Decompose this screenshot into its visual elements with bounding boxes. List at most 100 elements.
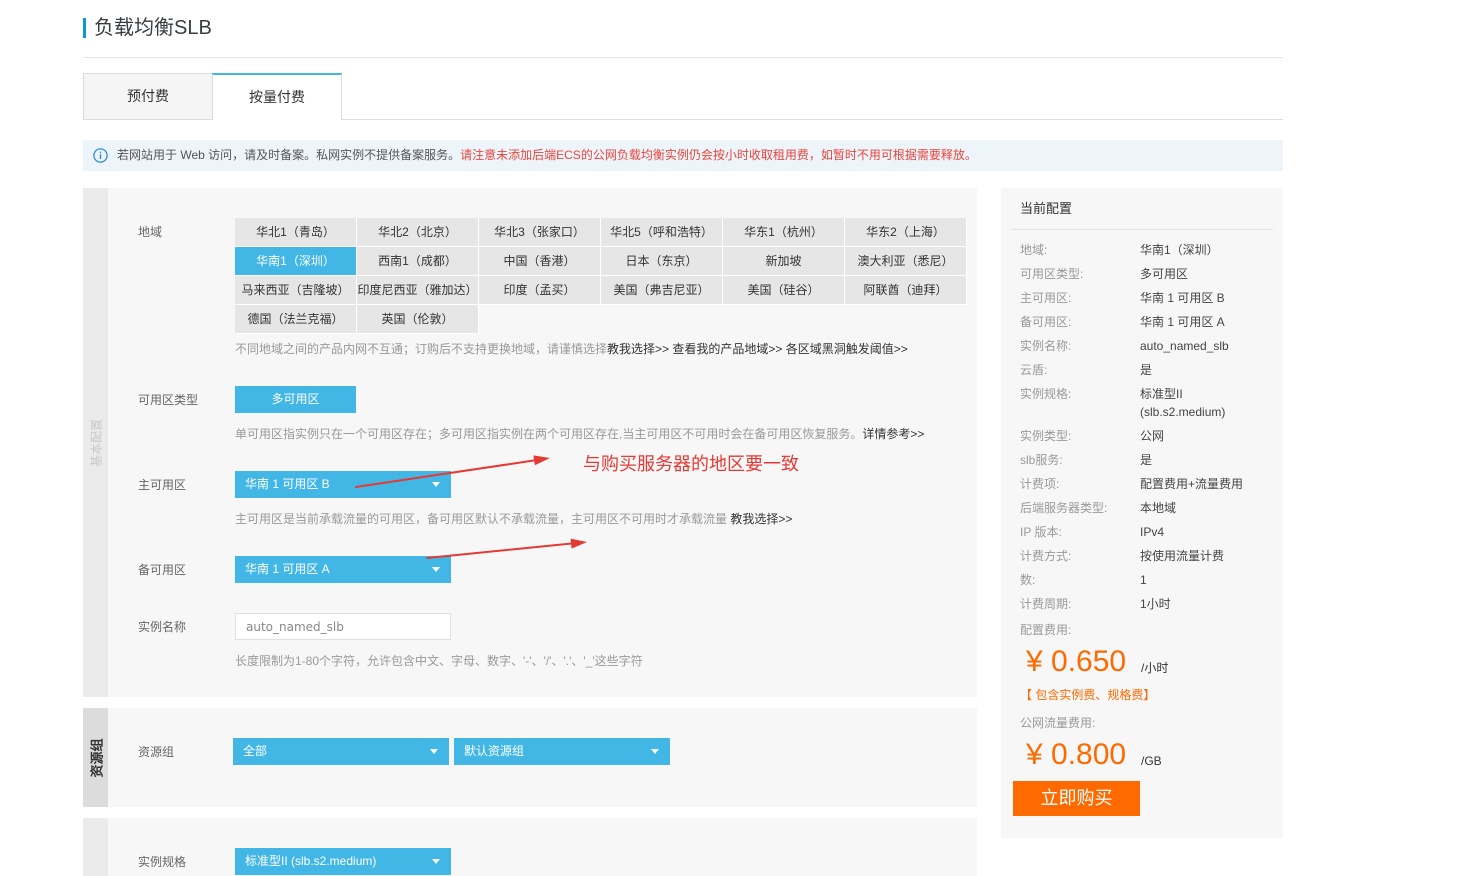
zone-type-multi-button[interactable]: 多可用区	[235, 386, 356, 413]
summary-label: 备可用区:	[1020, 315, 1072, 329]
instance-name-input[interactable]	[235, 613, 451, 640]
summary-row-zone-type: 可用区类型: 多可用区	[1020, 262, 1273, 286]
summary-list: 地域: 华南1（深圳） 可用区类型: 多可用区 主可用区: 华南 1 可用区 B 备可…	[1020, 238, 1273, 616]
current-config-panel: 当前配置 地域: 华南1（深圳） 可用区类型: 多可用区 主可用区: 华南 1 可用区…	[1001, 188, 1283, 838]
region-option-us-silicon-valley[interactable]: 美国（硅谷）	[723, 276, 845, 305]
summary-row-instance-type: 实例类型: 公网	[1020, 424, 1273, 448]
section-strip-spec	[83, 818, 108, 876]
instance-spec-label: 实例规格	[138, 855, 187, 869]
summary-row-billing-items: 计费项: 配置费用+流量费用	[1020, 472, 1273, 496]
region-option-south-china-1-shenzhen[interactable]: 华南1（深圳）	[235, 247, 357, 276]
region-option-us-virginia[interactable]: 美国（弗吉尼亚）	[601, 276, 723, 305]
region-option-north-china-5-hohhot[interactable]: 华北5（呼和浩特）	[601, 218, 723, 247]
traffic-fee-label: 公网流量费用:	[1020, 716, 1096, 730]
region-option-north-china-3-zhangjiakou[interactable]: 华北3（张家口）	[479, 218, 601, 247]
title-accent-bar	[83, 18, 86, 38]
notice-warning-text: 请注意未添加后端ECS的公网负载均衡实例仍会按小时收取租用费，如暂时不用可根据需…	[460, 148, 977, 162]
region-option-australia-sydney[interactable]: 澳大利亚（悉尼）	[845, 247, 967, 276]
summary-row-backend-type: 后端服务器类型: 本地域	[1020, 496, 1273, 520]
summary-value: 是	[1140, 363, 1153, 377]
summary-row-instance-name: 实例名称: auto_named_slb	[1020, 334, 1273, 358]
region-option-north-china-2-beijing[interactable]: 华北2（北京）	[357, 218, 479, 247]
resource-scope-value: 全部	[243, 744, 268, 758]
slb-purchase-page: 负载均衡SLB 预付费 按量付费 若网站用于 Web 访问，请及时备案。私网实例…	[0, 0, 1464, 876]
region-option-indonesia-jakarta[interactable]: 印度尼西亚（雅加达）	[357, 276, 479, 305]
section-strip-basic: 基本配置	[83, 188, 108, 697]
resource-group-label: 资源组	[138, 745, 175, 759]
region-label: 地域	[138, 225, 163, 239]
region-option-north-china-1-qingdao[interactable]: 华北1（青岛）	[235, 218, 357, 247]
caret-down-icon	[432, 859, 440, 864]
summary-value: 标准型II (slb.s2.medium)	[1140, 387, 1226, 419]
primary-zone-label: 主可用区	[138, 478, 187, 492]
summary-value: 华南 1 可用区 B	[1140, 291, 1225, 305]
config-fee-unit: /小时	[1141, 661, 1169, 675]
region-option-singapore[interactable]: 新加坡	[723, 247, 845, 276]
region-option-southwest-1-chengdu[interactable]: 西南1（成都）	[357, 247, 479, 276]
buy-now-button[interactable]: 立即购买	[1013, 781, 1140, 816]
summary-value: 1	[1140, 573, 1147, 587]
summary-label: 地域:	[1020, 243, 1048, 257]
summary-row-billing-method: 计费方式: 按使用流量计费	[1020, 544, 1273, 568]
region-selector: 华北1（青岛） 华北2（北京） 华北3（张家口） 华北5（呼和浩特） 华东1（杭…	[235, 218, 967, 334]
basic-config-panel: 基本配置 地域 华北1（青岛） 华北2（北京） 华北3（张家口） 华北5（呼和浩…	[83, 188, 977, 697]
primary-zone-help-text: 主可用区是当前承载流量的可用区，备可用区默认不承载流量，主可用区不可用时才承载流…	[235, 512, 731, 526]
region-option-uae-dubai[interactable]: 阿联酋（迪拜）	[845, 276, 967, 305]
caret-down-icon	[430, 749, 438, 754]
summary-row-backup-zone: 备可用区: 华南 1 可用区 A	[1020, 310, 1273, 334]
annotation-note: 与购买服务器的地区要一致	[583, 454, 799, 475]
summary-label: 数:	[1020, 573, 1036, 587]
link-blackhole-thresholds[interactable]: 各区域黑洞触发阈值>>	[786, 342, 908, 356]
instance-name-help: 长度限制为1-80个字符，允许包含中文、字母、数字、'-'、'/'、'.'、'_…	[235, 654, 643, 668]
summary-row-instance-spec: 实例规格: 标准型II (slb.s2.medium)	[1020, 382, 1273, 424]
link-help-choose-zone[interactable]: 教我选择>>	[730, 512, 792, 526]
summary-label: 计费周期:	[1020, 597, 1072, 611]
caret-down-icon	[432, 482, 440, 487]
summary-divider	[1011, 229, 1273, 230]
backup-zone-select[interactable]: 华南 1 可用区 A	[235, 556, 451, 583]
region-option-uk-london[interactable]: 英国（伦敦）	[357, 305, 479, 334]
zone-type-help-text: 单可用区指实例只在一个可用区存在；多可用区指实例在两个可用区存在,当主可用区不可…	[235, 427, 863, 441]
resource-group-select[interactable]: 默认资源组	[454, 738, 670, 765]
traffic-fee-price: ¥ 0.800	[1026, 738, 1127, 771]
summary-value: 本地域	[1140, 501, 1177, 515]
instance-spec-select[interactable]: 标准型II (slb.s2.medium)	[235, 848, 451, 875]
region-option-east-china-1-hangzhou[interactable]: 华东1（杭州）	[723, 218, 845, 247]
summary-label: 主可用区:	[1020, 291, 1072, 305]
summary-label: 计费项:	[1020, 477, 1060, 491]
link-zone-details[interactable]: 详情参考>>	[862, 427, 924, 441]
primary-zone-help: 主可用区是当前承载流量的可用区，备可用区默认不承载流量，主可用区不可用时才承载流…	[235, 510, 792, 528]
resource-group-panel: 资源组 资源组 全部 默认资源组	[83, 708, 977, 807]
region-option-germany-frankfurt[interactable]: 德国（法兰克福）	[235, 305, 357, 334]
region-option-japan-tokyo[interactable]: 日本（东京）	[601, 247, 723, 276]
info-icon	[93, 148, 108, 163]
notice-info-text: 若网站用于 Web 访问，请及时备案。私网实例不提供备案服务。	[117, 148, 461, 162]
region-option-hong-kong[interactable]: 中国（香港）	[479, 247, 601, 276]
instance-spec-value: 标准型II (slb.s2.medium)	[245, 854, 377, 868]
region-help: 不同地域之间的产品内网不互通；订购后不支持更换地域，请谨慎选择教我选择>> 查看…	[235, 340, 908, 358]
billing-tabs: 预付费 按量付费	[83, 73, 1283, 120]
notice-text: 若网站用于 Web 访问，请及时备案。私网实例不提供备案服务。请注意未添加后端E…	[117, 140, 977, 171]
zone-type-help: 单可用区指实例只在一个可用区存在；多可用区指实例在两个可用区存在,当主可用区不可…	[235, 425, 924, 443]
resource-scope-select[interactable]: 全部	[233, 738, 449, 765]
summary-value: 按使用流量计费	[1140, 549, 1225, 563]
link-my-product-regions[interactable]: 查看我的产品地域>>	[672, 342, 782, 356]
region-option-malaysia-kuala-lumpur[interactable]: 马来西亚（吉隆坡）	[235, 276, 357, 305]
tab-prepaid[interactable]: 预付费	[83, 73, 213, 119]
link-help-choose-region[interactable]: 教我选择>>	[607, 342, 669, 356]
tab-pay-as-you-go[interactable]: 按量付费	[212, 73, 342, 120]
caret-down-icon	[432, 567, 440, 572]
caret-down-icon	[651, 749, 659, 754]
primary-zone-select[interactable]: 华南 1 可用区 B	[235, 471, 451, 498]
config-fee-label: 配置费用:	[1020, 623, 1072, 637]
section-label-basic: 基本配置	[89, 418, 103, 467]
section-strip-resource: 资源组	[83, 708, 108, 807]
region-option-east-china-2-shanghai[interactable]: 华东2（上海）	[845, 218, 967, 247]
summary-value: 是	[1140, 453, 1153, 467]
backup-zone-label: 备可用区	[138, 563, 187, 577]
config-fee-price: ¥ 0.650	[1026, 645, 1127, 678]
summary-label: 可用区类型:	[1020, 267, 1084, 281]
summary-value: 1小时	[1140, 597, 1171, 611]
summary-row-cloud-shield: 云盾: 是	[1020, 358, 1273, 382]
region-option-india-mumbai[interactable]: 印度（孟买）	[479, 276, 601, 305]
